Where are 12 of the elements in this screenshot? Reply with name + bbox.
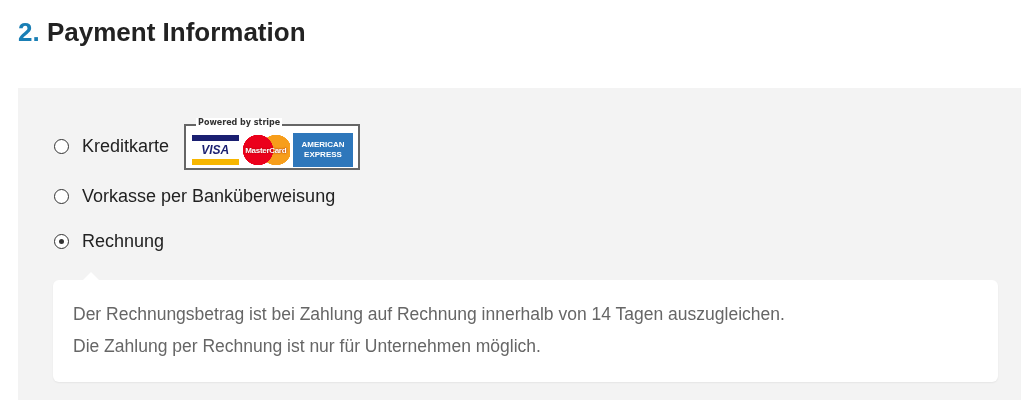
amex-logo: AMERICAN EXPRESS bbox=[293, 133, 354, 168]
badge-caption: Powered by stripe bbox=[196, 117, 283, 127]
option-label[interactable]: Vorkasse per Banküberweisung bbox=[82, 185, 336, 207]
option-label[interactable]: Kreditkarte bbox=[82, 136, 170, 158]
info-text: Die Zahlung per Rechnung ist nur für Unternehmen möglich. bbox=[73, 335, 542, 358]
option-label[interactable]: Rechnung bbox=[82, 231, 165, 253]
visa-logo: VISA bbox=[192, 135, 239, 166]
page-heading: 2. Payment Information bbox=[18, 16, 307, 49]
info-text: Der Rechnungsbetrag ist bei Zahlung auf Rechnung innerhalb von 14 Tagen auszugleichen. bbox=[73, 303, 786, 326]
radio-button[interactable] bbox=[54, 139, 69, 155]
radio-button[interactable] bbox=[54, 188, 69, 204]
radio-button[interactable] bbox=[54, 234, 69, 250]
